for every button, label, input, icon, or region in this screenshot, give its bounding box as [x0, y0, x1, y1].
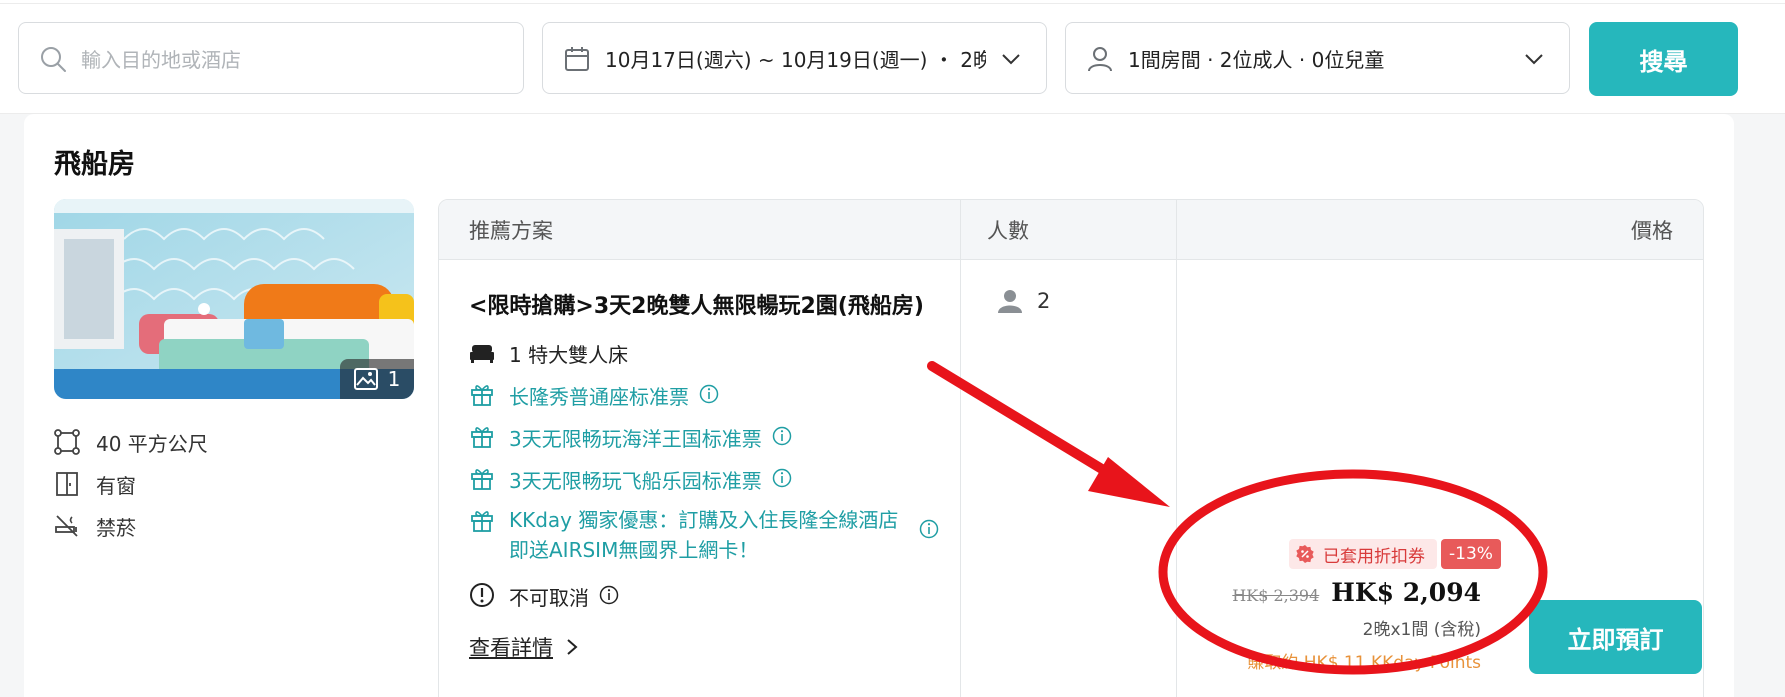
coupon-label-wrap: 已套用折扣券: [1289, 539, 1437, 569]
date-range-text: 10月17日(週六) ~ 10月19日(週一) ・ 2晚: [605, 47, 986, 72]
header-plan: 推薦方案: [469, 219, 553, 243]
gift-item: 长隆秀普通座标准票: [469, 381, 719, 410]
guest-count: 2: [997, 288, 1050, 314]
feature-area: 40 平方公尺: [54, 427, 208, 457]
cancel-label: 不可取消: [509, 586, 589, 610]
feature-label: 有窗: [96, 473, 136, 498]
column-divider: [960, 200, 961, 697]
search-bar: 輸入目的地或酒店 10月17日(週六) ~ 10月19日(週一) ・ 2晚 1間…: [0, 0, 1785, 114]
alert-icon: [470, 583, 494, 607]
view-details-link[interactable]: 查看詳情: [469, 632, 579, 662]
chevron-down-icon: [1525, 54, 1543, 65]
plan-table: 推薦方案 人數 價格 <限時搶購>3天2晚雙人無限暢玩2園(飛船房) 1 特大雙…: [438, 199, 1704, 697]
column-divider: [1176, 200, 1177, 697]
user-icon: [1088, 47, 1112, 72]
destination-input[interactable]: 輸入目的地或酒店: [18, 22, 524, 94]
gift-icon: [471, 427, 493, 448]
room-card: 飛船房 1 40 平方公尺 有窗 禁菸 推薦方案 人數 價格 <限時搶購>3天2…: [24, 114, 1734, 697]
no-smoking-icon: [55, 515, 78, 537]
cancel-policy: 不可取消: [469, 582, 619, 611]
bed-info: 1 特大雙人床: [469, 339, 628, 368]
gift-icon: [471, 385, 493, 406]
points-earned: 賺取約 HK$ 11 KKday Points: [1247, 653, 1481, 673]
original-price: HK$ 2,394: [1232, 586, 1320, 605]
calendar-icon: [565, 47, 589, 71]
guest-count-value: 2: [1037, 289, 1051, 313]
info-icon[interactable]: [699, 384, 719, 404]
gift-label: KKday 獨家優惠：訂購及入住長隆全線酒店即送AIRSIM無國界上網卡！: [509, 508, 899, 562]
search-icon: [41, 47, 66, 72]
discount-percent: -13%: [1441, 539, 1501, 569]
gift-item: 3天无限畅玩海洋王国标准票: [469, 423, 792, 452]
guest-selector[interactable]: 1間房間 · 2位成人 · 0位兒童: [1065, 22, 1570, 94]
book-now-button[interactable]: 立即預訂: [1529, 600, 1702, 674]
header-guests: 人數: [987, 219, 1029, 243]
gift-label: 3天无限畅玩海洋王国标准票: [509, 427, 762, 451]
info-icon[interactable]: [919, 519, 939, 539]
gift-item: 3天无限畅玩飞船乐园标准票: [469, 465, 792, 494]
info-icon[interactable]: [599, 585, 619, 605]
chevron-down-icon: [1002, 54, 1020, 65]
feature-window: 有窗: [54, 469, 136, 499]
area-icon: [54, 429, 80, 455]
coupon-label: 已套用折扣券: [1323, 546, 1425, 567]
info-icon[interactable]: [772, 468, 792, 488]
header-price: 價格: [1631, 219, 1673, 243]
room-photo[interactable]: 1: [54, 199, 414, 399]
divider: [0, 3, 1785, 4]
plan-table-header: 推薦方案 人數 價格: [439, 200, 1703, 260]
photo-count-badge[interactable]: 1: [340, 359, 414, 399]
page: 輸入目的地或酒店 10月17日(週六) ~ 10月19日(週一) ・ 2晚 1間…: [0, 0, 1785, 697]
photo-count: 1: [387, 367, 401, 391]
info-icon[interactable]: [772, 426, 792, 446]
person-icon: [998, 290, 1022, 313]
view-details-label: 查看詳情: [469, 636, 553, 660]
gift-icon: [471, 469, 493, 490]
date-range-picker[interactable]: 10月17日(週六) ~ 10月19日(週一) ・ 2晚: [542, 22, 1047, 94]
destination-placeholder: 輸入目的地或酒店: [81, 47, 241, 72]
price-row: HK$ 2,394 HK$ 2,094: [1232, 578, 1481, 607]
current-price: HK$ 2,094: [1331, 578, 1481, 607]
chevron-right-icon: [567, 639, 578, 655]
room-title: 飛船房: [54, 149, 135, 180]
image-icon: [353, 368, 378, 390]
feature-label: 40 平方公尺: [96, 431, 208, 456]
bed-icon: [470, 345, 494, 363]
feature-label: 禁菸: [96, 515, 136, 540]
window-icon: [56, 472, 78, 496]
plan-name: <限時搶購>3天2晚雙人無限暢玩2園(飛船房): [469, 294, 924, 319]
feature-no-smoking: 禁菸: [54, 511, 136, 541]
coupon-badge: 已套用折扣券 -13%: [1289, 539, 1501, 569]
gift-label: 长隆秀普通座标准票: [509, 385, 689, 409]
guest-text: 1間房間 · 2位成人 · 0位兒童: [1128, 47, 1385, 72]
discount-icon: [1296, 545, 1314, 563]
bed-label: 1 特大雙人床: [509, 343, 629, 367]
search-button[interactable]: 搜尋: [1589, 22, 1738, 96]
gift-item: KKday 獨家優惠：訂購及入住長隆全線酒店即送AIRSIM無國界上網卡！: [469, 507, 939, 565]
gift-label: 3天无限畅玩飞船乐园标准票: [509, 469, 762, 493]
price-unit: 2晚x1間 (含稅): [1362, 620, 1481, 640]
gift-icon: [471, 511, 493, 532]
